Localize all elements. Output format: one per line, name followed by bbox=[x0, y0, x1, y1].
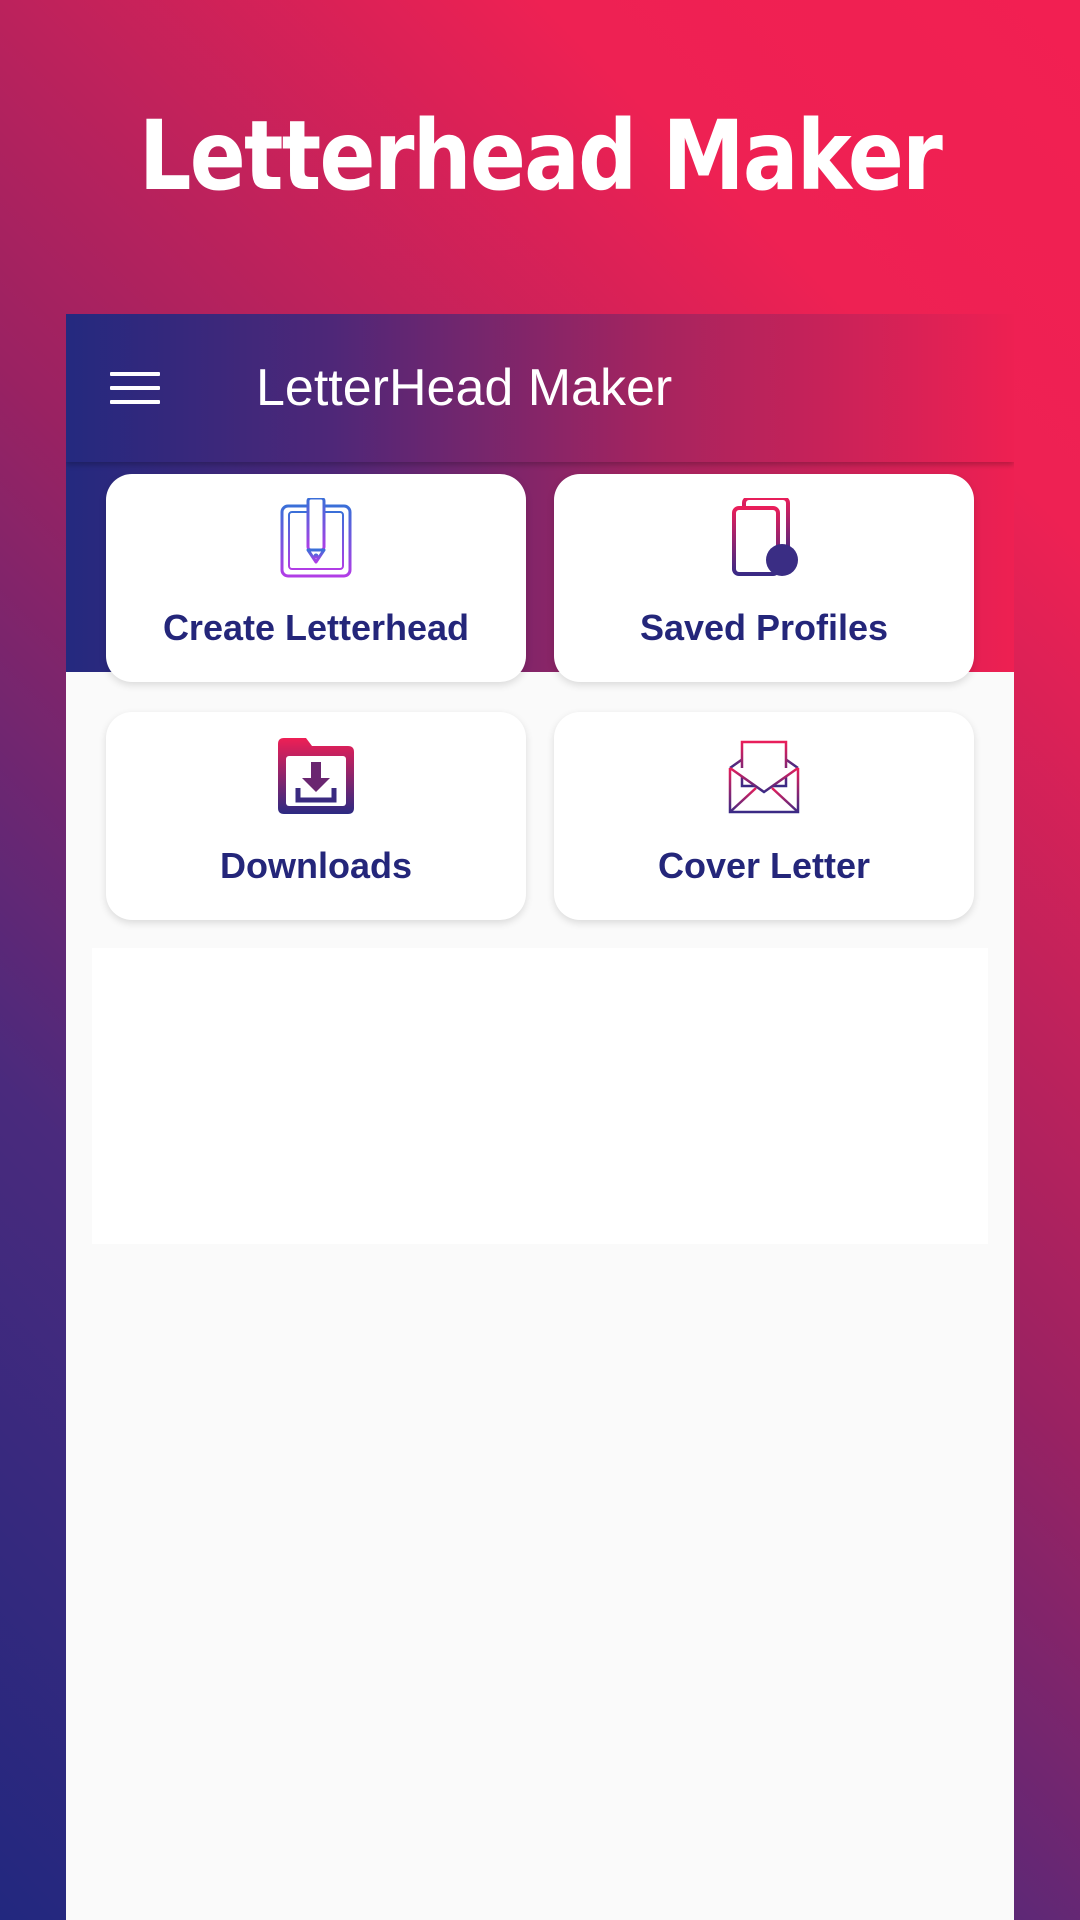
envelope-letter-icon bbox=[728, 740, 800, 814]
letterhead-pencil-icon bbox=[280, 498, 352, 578]
saved-profiles-label: Saved Profiles bbox=[639, 607, 889, 648]
app-screen: LetterHead Maker Create Letterhead Saved… bbox=[66, 314, 1014, 1920]
downloads-label: Downloads bbox=[219, 845, 412, 886]
create-letterhead-button[interactable]: Create Letterhead bbox=[106, 474, 526, 682]
toolbar-title: LetterHead Maker bbox=[256, 359, 673, 417]
cover-letter-label: Cover Letter bbox=[657, 845, 871, 886]
download-folder-icon bbox=[278, 738, 354, 814]
cover-letter-button[interactable]: Cover Letter bbox=[554, 712, 974, 920]
menu-icon[interactable] bbox=[110, 364, 162, 412]
ad-banner-slot bbox=[92, 948, 988, 1244]
create-letterhead-label: Create Letterhead bbox=[162, 607, 470, 648]
promo-title: Letterhead Maker bbox=[138, 100, 943, 212]
downloads-button[interactable]: Downloads bbox=[106, 712, 526, 920]
app-toolbar: LetterHead Maker bbox=[66, 314, 1014, 462]
saved-profiles-button[interactable]: Saved Profiles bbox=[554, 474, 974, 682]
saved-profiles-icon bbox=[732, 498, 798, 576]
